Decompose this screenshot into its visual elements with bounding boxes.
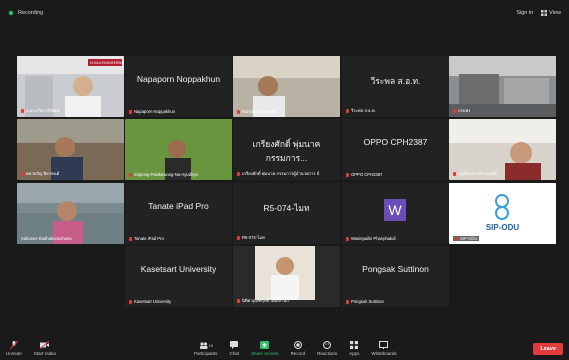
sign-in-link[interactable]: Sign in	[516, 10, 533, 16]
recording-icon	[8, 10, 14, 16]
mic-muted-icon	[21, 108, 24, 113]
participant-tile[interactable]: R5-074-ไมท R5-074-ไมท	[233, 183, 340, 244]
participant-tile[interactable]: CHULA ENGINEERING อ.ดร.ภวิตร ทีรพิมุข	[17, 56, 124, 117]
reactions-icon	[323, 341, 332, 349]
zoom-window: Recording Sign in View CHULA ENGINEERING…	[0, 0, 569, 360]
video-feed	[233, 56, 340, 117]
participants-button[interactable]: 19 Participants	[194, 341, 218, 356]
record-button[interactable]: Record	[291, 341, 305, 356]
recording-indicator: Recording	[8, 10, 43, 16]
participant-tile[interactable]: นิติศ บุณฑฤทธิ์ แดดสำนัก	[233, 246, 340, 307]
mic-muted-icon	[237, 298, 240, 303]
view-button[interactable]: View	[541, 10, 561, 16]
meeting-controls: Unmute Start Video 19 Participants Chat …	[0, 337, 569, 360]
participants-icon	[199, 341, 208, 349]
mic-muted-icon	[129, 172, 132, 177]
reactions-button[interactable]: Reactions	[317, 341, 337, 356]
record-icon	[293, 341, 302, 349]
mic-muted-icon	[237, 235, 240, 240]
participant-tile-active-speaker[interactable]: Sabunee Budhakoonchana	[17, 183, 124, 244]
sip-odu-logo	[449, 183, 556, 244]
mic-muted-icon	[455, 236, 458, 241]
participant-tile[interactable]: เกรียงศักดิ์ พุ่มนาค กรรมการ... เกรียงศั…	[233, 119, 340, 180]
share-screen-button[interactable]: Share Screen	[251, 341, 279, 356]
mic-muted-icon	[346, 236, 349, 241]
chat-button[interactable]: Chat	[230, 341, 239, 356]
chat-icon	[230, 341, 239, 349]
grid-view-icon	[541, 10, 548, 16]
logo-text: CHULA ENGINEERING	[90, 61, 124, 65]
microphone-muted-icon	[9, 341, 18, 349]
mic-muted-icon	[237, 171, 240, 176]
mic-muted-icon	[129, 109, 132, 114]
start-video-button[interactable]: Start Video	[34, 341, 56, 356]
mic-muted-icon	[237, 109, 240, 114]
participant-tile[interactable]: OPPO CPH2387 OPPO CPH2387	[342, 119, 449, 180]
participant-tile[interactable]: บุญยืน เยาวภังกลมทิ์บ	[449, 119, 556, 180]
avatar: W	[384, 199, 406, 221]
unmute-button[interactable]: Unmute	[6, 341, 22, 356]
logo-text: SIP-ODU	[485, 223, 520, 232]
participant-tile[interactable]: Kasetsart University Kasetsart Universit…	[125, 246, 232, 307]
participant-tile[interactable]: วีระพล ส.อ.ท. วีระพล ส.อ.ท.	[342, 56, 449, 117]
mic-muted-icon	[21, 171, 24, 176]
participant-tile[interactable]: ผศ.ชเริญ ปิยาทนต์	[17, 119, 124, 180]
leave-button[interactable]: Leave	[533, 342, 563, 355]
apps-button[interactable]: Apps	[349, 341, 359, 356]
participant-tile[interactable]: Napaporn Noppakhun Napaporn Noppakhun	[125, 56, 232, 117]
camera-off-icon	[40, 341, 50, 349]
recording-label: Recording	[18, 10, 44, 16]
mic-muted-icon	[346, 108, 349, 113]
whiteboard-icon	[379, 341, 389, 349]
share-screen-icon	[260, 341, 270, 349]
participant-tile[interactable]: Siripong Palakawong-Na-Ayudhya	[125, 119, 232, 180]
participant-tile[interactable]: Rancha Reanyuan	[233, 56, 340, 117]
participant-tile[interactable]: กรบพร	[449, 56, 556, 117]
mic-muted-icon	[129, 299, 132, 304]
participant-tile[interactable]: Pongsak Suttinon Pongsak Suttinon	[342, 246, 449, 307]
participant-tile[interactable]: SIP-ODU SIP-ODU	[449, 183, 556, 244]
video-feed	[125, 119, 232, 180]
mic-muted-icon	[346, 299, 349, 304]
mic-muted-icon	[453, 171, 456, 176]
mic-muted-icon	[346, 172, 349, 177]
top-bar: Recording Sign in View	[0, 0, 569, 26]
whiteboards-button[interactable]: Whiteboards	[371, 341, 397, 356]
video-feed	[17, 183, 124, 244]
participant-tile[interactable]: Tanate iPad Pro Tanate iPad Pro	[125, 183, 232, 244]
participant-tile[interactable]: W Wasinpailin Phanphakdi	[342, 183, 449, 244]
apps-icon	[350, 341, 359, 349]
mic-muted-icon	[129, 236, 132, 241]
mic-muted-icon	[453, 108, 456, 113]
